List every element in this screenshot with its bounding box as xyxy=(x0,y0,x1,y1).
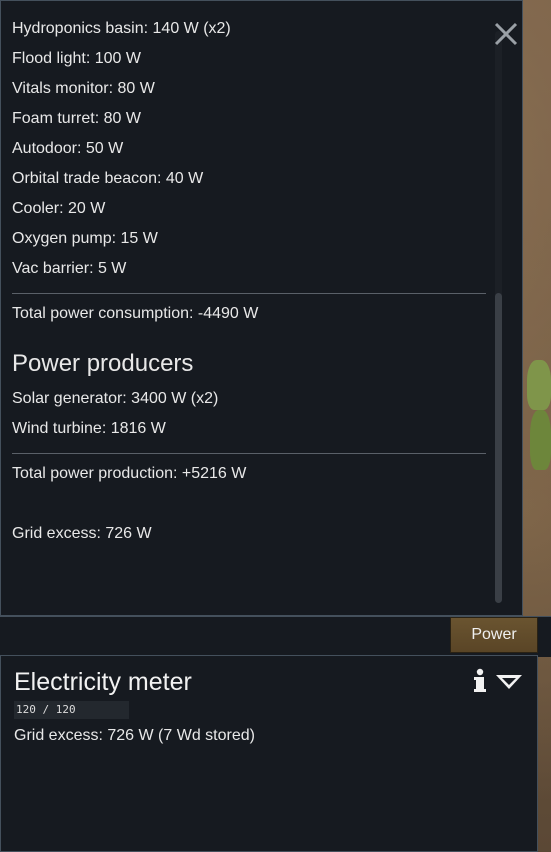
producer-line: Solar generator: 3400 W (x2) xyxy=(12,390,219,407)
producers-heading: Power producers xyxy=(12,350,194,377)
consumer-line: Foam turret: 80 W xyxy=(12,110,141,127)
divider xyxy=(12,293,486,294)
producer-line: Wind turbine: 1816 W xyxy=(12,420,166,437)
power-grid-info-window: Hydroponics basin: 140 W (x2) Flood ligh… xyxy=(0,0,523,616)
consumer-line: Flood light: 100 W xyxy=(12,50,141,67)
consumer-line: Hydroponics basin: 140 W (x2) xyxy=(12,20,231,37)
consumer-line: Vitals monitor: 80 W xyxy=(12,80,155,97)
total-production: Total power production: +5216 W xyxy=(12,465,247,482)
dropdown-menu-icon[interactable] xyxy=(494,672,524,692)
divider xyxy=(12,453,486,454)
consumer-line: Cooler: 20 W xyxy=(12,200,106,217)
hitpoints-text: 120 / 120 xyxy=(16,703,76,716)
info-icon[interactable] xyxy=(470,668,490,694)
inspect-title: Electricity meter xyxy=(14,668,192,696)
close-icon[interactable] xyxy=(492,20,520,48)
consumer-line: Autodoor: 50 W xyxy=(12,140,124,157)
total-consumption: Total power consumption: -4490 W xyxy=(12,305,259,322)
map-plant xyxy=(527,360,551,410)
map-plant xyxy=(530,410,551,470)
consumer-line: Orbital trade beacon: 40 W xyxy=(12,170,204,187)
consumer-line: Oxygen pump: 15 W xyxy=(12,230,158,247)
grid-excess: Grid excess: 726 W xyxy=(12,525,152,542)
tab-power[interactable]: Power xyxy=(450,617,538,653)
scrollbar-thumb[interactable] xyxy=(495,293,502,603)
inspect-status: Grid excess: 726 W (7 Wd stored) xyxy=(14,727,255,744)
consumer-line: Vac barrier: 5 W xyxy=(12,260,127,277)
